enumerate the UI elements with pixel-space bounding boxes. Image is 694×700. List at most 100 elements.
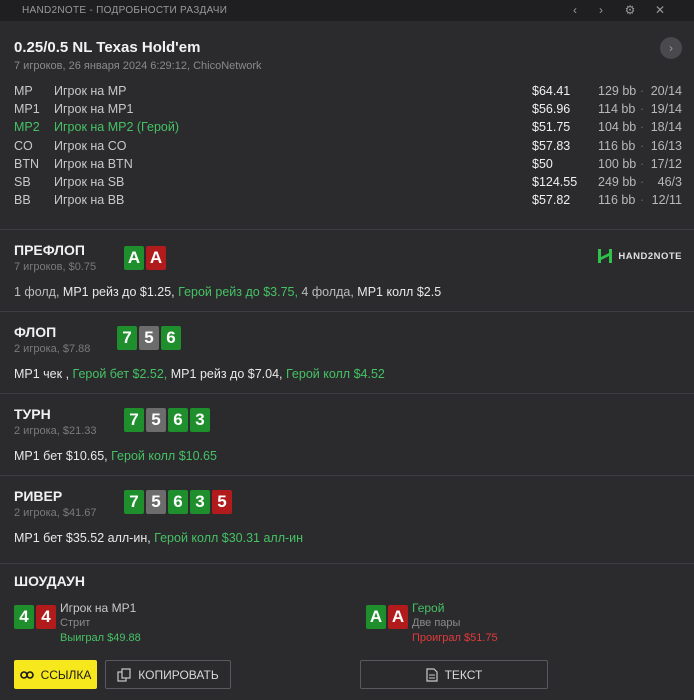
player-row: CO Игрок на CO $57.83 116 bb · 16/13 — [0, 139, 694, 157]
hand2note-logo-text: HAND2NOTE — [618, 250, 682, 262]
villain-name: Игрок на MP1 — [60, 601, 137, 615]
player-stack-bb: 116 bb — [598, 193, 636, 208]
player-stack-bb: 249 bb — [598, 174, 637, 189]
hero-action: Герой рейз до $3.75, — [178, 285, 302, 299]
preflop-title: ПРЕФЛОП — [14, 242, 85, 258]
river-actions: MP1 бет $35.52 алл-ин, Герой колл $30.31… — [14, 531, 303, 545]
player-position: MP2 — [14, 120, 40, 135]
player-stack-bb: 129 bb — [598, 84, 637, 98]
next-arrow-button[interactable]: › — [660, 37, 682, 59]
player-action: MP1 бет $10.65, — [14, 449, 112, 463]
hero-action: Герой колл $10.65 — [111, 449, 217, 463]
showdown-title: ШОУДАУН — [14, 573, 85, 589]
hand2note-logo-icon — [597, 248, 613, 264]
separator-dot: · — [640, 174, 645, 189]
turn-section: ТУРН 2 игрока, $21.33 7563 MP1 бет $10.6… — [0, 393, 694, 475]
player-stack-bb: 116 bb — [598, 138, 636, 153]
turn-actions: MP1 бет $10.65, Герой колл $10.65 — [14, 449, 217, 463]
hand2note-logo: HAND2NOTE — [597, 248, 682, 264]
player-stats: 20/14 — [650, 84, 682, 98]
hero-hole-cards: AA — [124, 246, 166, 270]
villain-cards: 44 — [14, 605, 56, 629]
link-button-label: ССЫЛКА — [40, 667, 92, 682]
next-hand-icon[interactable]: › — [592, 2, 610, 18]
playing-card: 3 — [190, 490, 210, 514]
player-stats: 12/11 — [651, 193, 682, 208]
separator-dot: · — [640, 120, 645, 135]
hero-action: Герой колл $4.52 — [285, 367, 385, 381]
playing-card: 6 — [161, 326, 181, 350]
playing-card: 6 — [168, 408, 188, 432]
playing-card: 7 — [124, 490, 144, 514]
playing-card: 4 — [36, 605, 56, 629]
window-title: HAND2NOTE - ПОДРОБНОСТИ РАЗДАЧИ — [22, 5, 228, 16]
playing-card: 5 — [139, 326, 159, 350]
separator-dot: · — [640, 138, 645, 153]
player-position: BB — [14, 193, 31, 208]
player-action: 4 фолда, — [301, 285, 358, 299]
link-button[interactable]: ССЫЛКА — [14, 660, 97, 689]
playing-card: 5 — [212, 490, 232, 514]
player-name: Игрок на BB — [54, 193, 125, 208]
player-position: BTN — [14, 156, 39, 171]
player-stack: $57.82 — [532, 193, 571, 208]
separator-dot: · — [640, 156, 645, 171]
player-stats: 46/3 — [657, 174, 682, 189]
player-stack: $51.75 — [532, 120, 571, 135]
player-row: MP Игрок на MP $64.41 129 bb · 20/14 — [0, 84, 694, 102]
playing-card: 6 — [168, 490, 188, 514]
playing-card: 7 — [124, 408, 144, 432]
turn-cards: 7563 — [124, 408, 210, 432]
playing-card: 3 — [190, 408, 210, 432]
player-position: CO — [14, 138, 33, 153]
playing-card: 7 — [117, 326, 137, 350]
hero-name: Герой — [412, 601, 445, 615]
player-stack: $124.55 — [532, 174, 578, 189]
player-action: 1 фолд, — [14, 285, 63, 299]
separator-dot: · — [640, 193, 645, 208]
prev-hand-icon[interactable]: ‹ — [566, 2, 584, 18]
playing-card: 5 — [146, 408, 166, 432]
hero-showdown-cards: AA — [366, 605, 408, 629]
separator-dot: · — [640, 84, 645, 98]
player-position: SB — [14, 174, 31, 189]
player-position: MP1 — [14, 102, 40, 117]
playing-card: A — [124, 246, 144, 270]
player-name: Игрок на BTN — [54, 156, 133, 171]
text-button[interactable]: ТЕКСТ — [360, 660, 548, 689]
flop-title: ФЛОП — [14, 324, 57, 340]
river-title: РИВЕР — [14, 488, 63, 504]
flop-cards: 756 — [117, 326, 181, 350]
player-stack-bb: 114 bb — [598, 102, 636, 117]
player-action: MP1 колл $2.5 — [357, 285, 442, 299]
game-title: 0.25/0.5 NL Texas Hold'em — [14, 39, 201, 56]
player-action: MP1 бет $35.52 алл-ин, — [14, 531, 155, 545]
player-name: Игрок на MP2 (Герой) — [54, 120, 179, 135]
player-stats: 19/14 — [650, 102, 682, 117]
hero-action: Герой колл $30.31 алл-ин — [154, 531, 304, 545]
game-subtitle: 7 игроков, 26 января 2024 6:29:12, Chico… — [14, 60, 262, 72]
copy-button[interactable]: КОПИРОВАТЬ — [105, 660, 231, 689]
player-row-hero: MP2 Игрок на MP2 (Герой) $51.75 104 bb · 18/1… — [0, 120, 694, 138]
hero-result: Проиграл $51.75 — [412, 632, 498, 644]
turn-subtitle: 2 игрока, $21.33 — [14, 425, 97, 437]
players-table: MP Игрок на MP $64.41 129 bb · 20/14 MP1 Игрок … — [0, 84, 694, 211]
player-stats: 16/13 — [650, 138, 682, 153]
flop-actions: MP1 чек , Герой бет $2.52, MP1 рейз до $… — [14, 367, 385, 381]
flop-subtitle: 2 игрока, $7.88 — [14, 343, 91, 355]
player-name: Игрок на MP1 — [54, 102, 134, 117]
playing-card: A — [366, 605, 386, 629]
close-icon[interactable]: ✕ — [651, 2, 669, 18]
player-row: MP1 Игрок на MP1 $56.96 114 bb · 19/14 — [0, 102, 694, 120]
turn-title: ТУРН — [14, 406, 51, 422]
player-position: MP — [14, 84, 33, 98]
player-stack: $64.41 — [532, 84, 571, 98]
player-stats: 18/14 — [650, 120, 682, 135]
player-stack-bb: 100 bb — [598, 156, 637, 171]
preflop-actions: 1 фолд, MP1 рейз до $1.25, Герой рейз до… — [14, 285, 441, 299]
player-row: SB Игрок на SB $124.55 249 bb · 46/3 — [0, 175, 694, 193]
settings-icon[interactable]: ⚙ — [621, 2, 639, 18]
player-action: MP1 рейз до $7.04, — [170, 367, 286, 381]
villain-hand: Стрит — [60, 617, 91, 629]
playing-card: 5 — [146, 490, 166, 514]
